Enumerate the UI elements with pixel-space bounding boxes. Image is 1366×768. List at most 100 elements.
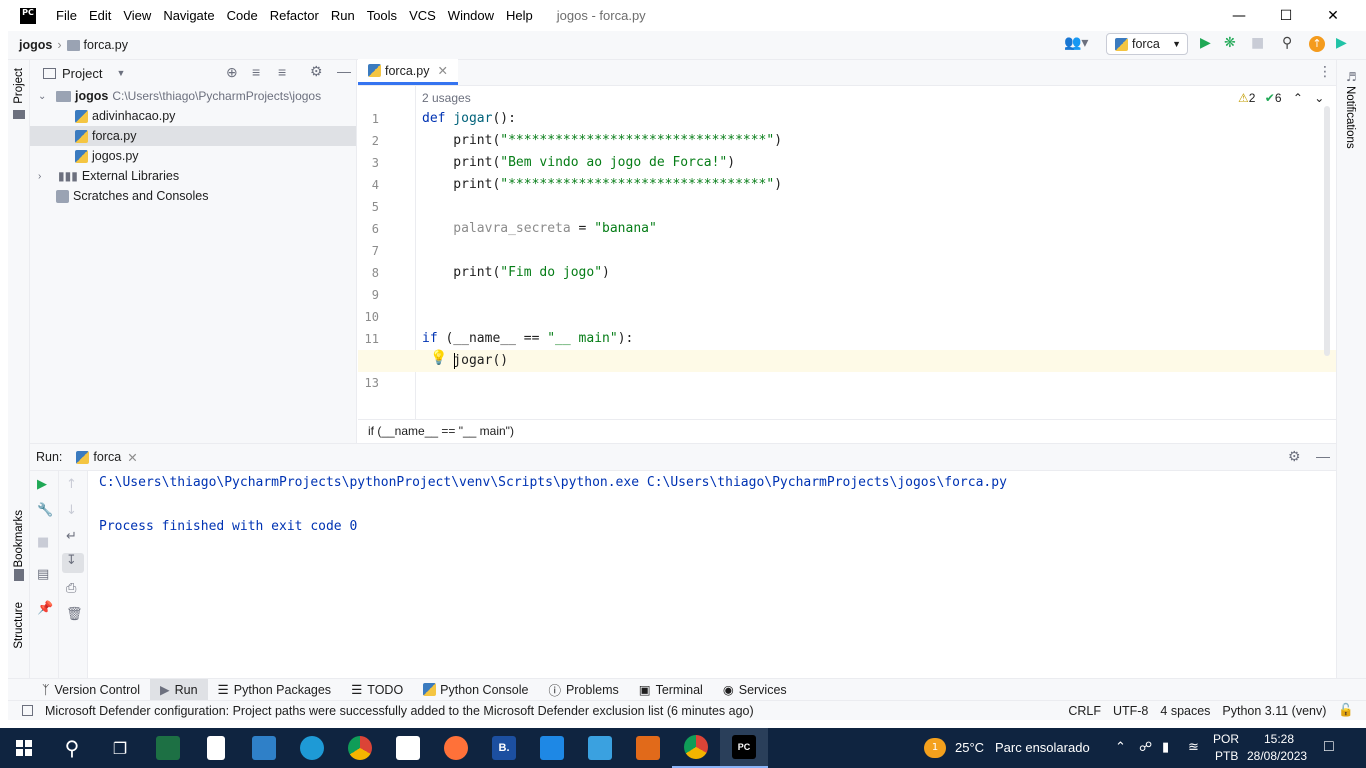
keyboard-layout[interactable]: PTB — [1215, 749, 1238, 763]
user-icon[interactable]: 👥▾ — [1064, 35, 1088, 51]
tab-services[interactable]: ◉ Services — [713, 679, 797, 701]
tree-file-forca[interactable]: forca.py — [30, 126, 356, 146]
chevron-up-icon[interactable]: ⌃ — [1115, 739, 1126, 755]
print-icon[interactable]: ⎙ — [66, 581, 76, 596]
firefox-icon[interactable] — [432, 728, 480, 768]
close-window-button[interactable]: ✕ — [1310, 0, 1356, 31]
tree-external-libraries[interactable]: › ▮▮▮ External Libraries — [30, 166, 356, 186]
code-line-4[interactable]: print("*********************************… — [422, 174, 782, 196]
notifications-tool-button[interactable]: Notifications — [1344, 86, 1356, 149]
tab-version-control[interactable]: ᛉ Version Control — [32, 679, 150, 701]
search-icon[interactable]: ⚲ — [48, 728, 96, 768]
excel-icon[interactable] — [144, 728, 192, 768]
menu-refactor[interactable]: Refactor — [264, 8, 325, 23]
run-configuration-select[interactable]: forca ▼ — [1106, 33, 1188, 55]
chevron-down-icon[interactable]: ▼ — [116, 68, 125, 78]
menu-code[interactable]: Code — [221, 8, 264, 23]
weather-temperature[interactable]: 25°C — [955, 740, 984, 755]
menu-edit[interactable]: Edit — [83, 8, 117, 23]
editor-scrollbar[interactable] — [1324, 106, 1330, 356]
wrench-icon[interactable]: 🔧 — [37, 503, 53, 518]
menu-tools[interactable]: Tools — [361, 8, 403, 23]
inspection-widget[interactable]: ⚠2 ✔6 ⌃ ⌄ — [1238, 91, 1324, 105]
hide-panel-icon[interactable]: — — [1316, 448, 1330, 464]
arrow-up-icon[interactable]: ↑ — [66, 477, 77, 492]
chrome-active-icon[interactable] — [672, 728, 720, 768]
collapse-all-icon[interactable]: ≡ — [278, 64, 286, 80]
tab-run[interactable]: ▶ Run — [149, 678, 208, 701]
code-line-2[interactable]: print("*********************************… — [422, 130, 782, 152]
pycharm-taskbar-icon[interactable]: PC — [720, 728, 768, 768]
update-icon[interactable]: ↑ — [1309, 36, 1325, 52]
maximize-button[interactable]: ☐ — [1263, 0, 1309, 31]
more-options-icon[interactable]: ⋮ — [1318, 64, 1332, 80]
chevron-down-icon[interactable]: ⌄ — [38, 91, 50, 102]
gear-icon[interactable]: ⚙ — [1288, 448, 1301, 465]
code-breadcrumb[interactable]: if (__name__ == "__ main") — [358, 419, 1336, 443]
line-separator[interactable]: CRLF — [1068, 704, 1101, 718]
soft-wrap-icon[interactable]: ↵ — [66, 529, 77, 544]
search-icon[interactable]: ⚲ — [1282, 35, 1292, 51]
menu-help[interactable]: Help — [500, 8, 539, 23]
locate-icon[interactable]: ⊕ — [226, 64, 238, 81]
expand-all-icon[interactable]: ≡ — [252, 64, 260, 80]
edge-icon[interactable] — [288, 728, 336, 768]
tab-todo[interactable]: ☰ TODO — [341, 679, 413, 701]
jetbrains-ai-icon[interactable]: ▶ — [1336, 35, 1347, 51]
chevron-down-icon[interactable]: ⌄ — [1314, 91, 1324, 105]
project-panel-title[interactable]: Project — [62, 66, 102, 81]
status-message[interactable]: Microsoft Defender configuration: Projec… — [45, 704, 754, 718]
network-icon[interactable]: ☍ — [1139, 739, 1152, 755]
editor-tab-forca[interactable]: forca.py ✕ — [358, 59, 458, 85]
menu-view[interactable]: View — [117, 8, 157, 23]
trash-icon[interactable]: 🗑 — [66, 607, 83, 622]
tab-terminal[interactable]: ▣ Terminal — [629, 679, 713, 701]
task-view-icon[interactable]: ❐ — [96, 728, 144, 768]
monitor-app-icon[interactable] — [240, 728, 288, 768]
matlab-icon[interactable] — [624, 728, 672, 768]
tree-file-adivinhacao[interactable]: adivinhacao.py — [30, 106, 356, 126]
gear-icon[interactable]: ⚙ — [310, 63, 323, 80]
code-line-11[interactable]: if (__name__ == "__ main"): — [422, 328, 633, 350]
clock-date[interactable]: 28/08/2023 — [1247, 749, 1307, 763]
tree-root-jogos[interactable]: ⌄ jogos C:\Users\thiago\PycharmProjects\… — [30, 86, 356, 106]
bookmarks-tool-button[interactable]: Bookmarks — [13, 510, 25, 568]
tab-problems[interactable]: ⓘ Problems — [538, 679, 628, 701]
close-icon[interactable]: ✕ — [437, 63, 447, 78]
store-icon[interactable] — [384, 728, 432, 768]
code-line-6[interactable]: palavra_secreta = "banana" — [422, 218, 657, 240]
bitwarden-icon[interactable]: B. — [480, 728, 528, 768]
lock-icon[interactable]: 🔓 — [1338, 703, 1354, 718]
document-icon[interactable] — [192, 728, 240, 768]
debug-icon[interactable]: ❋ — [1224, 35, 1236, 51]
photos-icon[interactable] — [576, 728, 624, 768]
battery-icon[interactable]: ▮ — [1162, 739, 1169, 755]
rerun-icon[interactable]: ▶ — [37, 477, 47, 492]
breadcrumb-project[interactable]: jogos — [19, 38, 52, 52]
project-tool-button[interactable]: Project — [13, 68, 25, 104]
weather-description[interactable]: Parc ensolarado — [995, 740, 1090, 755]
chevron-right-icon[interactable]: › — [38, 171, 52, 182]
stop-icon[interactable]: ■ — [1251, 35, 1264, 51]
tab-python-console[interactable]: Python Console — [413, 679, 538, 701]
code-line-1[interactable]: def jogar(): — [422, 108, 516, 130]
scroll-to-end-icon[interactable]: ↧ — [62, 553, 84, 573]
language-indicator[interactable]: POR — [1213, 732, 1239, 746]
structure-tool-button[interactable]: Structure — [13, 602, 25, 649]
usages-hint[interactable]: 2 usages — [422, 91, 471, 105]
breadcrumb-file[interactable]: forca.py — [84, 38, 128, 52]
bell-icon[interactable]: ♬ — [1346, 70, 1357, 84]
chrome-icon[interactable] — [336, 728, 384, 768]
notification-center-icon[interactable]: □ — [1324, 738, 1334, 756]
layout-icon[interactable]: ▤ — [37, 567, 49, 582]
clock-time[interactable]: 15:28 — [1264, 732, 1294, 746]
menu-navigate[interactable]: Navigate — [157, 8, 220, 23]
minimize-button[interactable]: — — [1216, 0, 1262, 31]
code-line-8[interactable]: print("Fim do jogo") — [422, 262, 610, 284]
run-icon[interactable]: ▶ — [1200, 35, 1211, 51]
toggle-tool-windows-icon[interactable] — [22, 705, 33, 716]
tree-file-jogos[interactable]: jogos.py — [30, 146, 356, 166]
menu-run[interactable]: Run — [325, 8, 361, 23]
wifi-icon[interactable]: ≊ — [1188, 739, 1199, 755]
close-icon[interactable]: ✕ — [127, 450, 137, 465]
